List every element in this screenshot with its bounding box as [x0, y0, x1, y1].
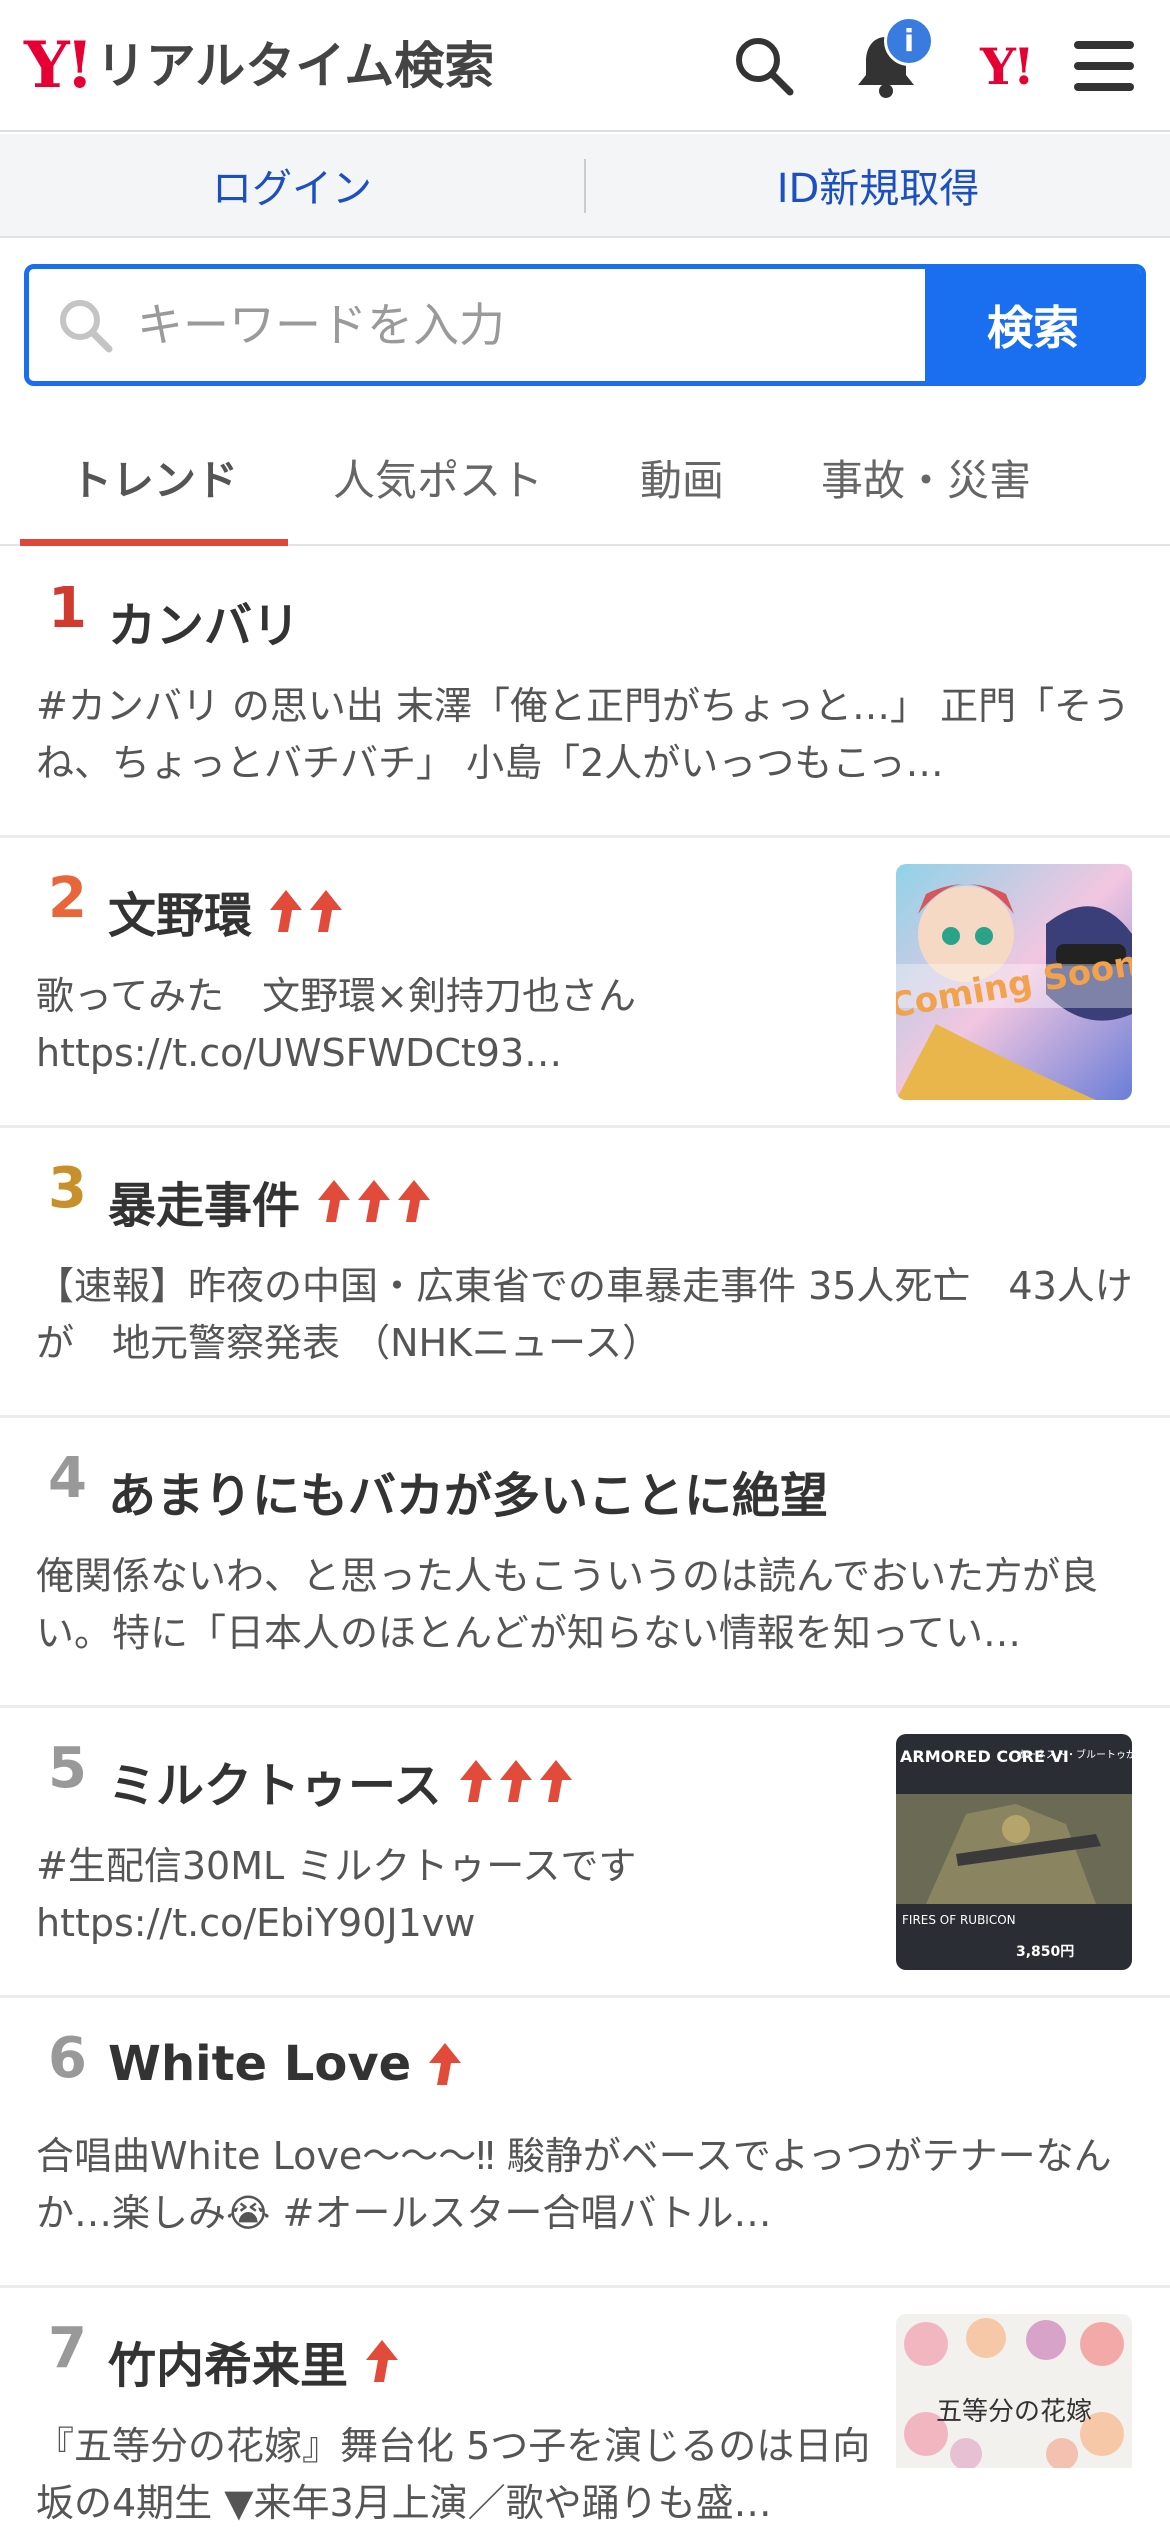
trend-thumbnail[interactable]: ARMORED CORE VI オーネスト・ブルートゥが贈る ミルクトゥース “…	[896, 1734, 1132, 1970]
trend-title-text: ミルクトゥース	[108, 1758, 442, 1814]
yahoo-mini-logo: Y!	[980, 36, 1035, 96]
trend-title: ミルクトゥース	[108, 1746, 576, 1816]
trend-up-arrow-icon	[499, 1760, 532, 1802]
yahoo-top-link[interactable]: Y!	[966, 26, 1046, 106]
trend-up-arrow-icon	[398, 1180, 431, 1222]
trend-title: 竹内希来里	[108, 2326, 402, 2396]
trend-title-text: White Love	[108, 2036, 412, 2092]
account-bar: ログイン ID新規取得	[0, 134, 1170, 238]
trend-item[interactable]: 5 ミルクトゥース #生配信30ML ミルクトゥースです https://t.c…	[0, 1708, 1170, 1998]
trend-item[interactable]: 4 あまりにもバカが多いことに絶望 俺関係ないわ、と思った人もこういうのは読んで…	[0, 1418, 1170, 1708]
trend-up-arrow-icon	[318, 1180, 351, 1222]
signup-link[interactable]: ID新規取得	[586, 134, 1170, 236]
search-icon[interactable]	[724, 26, 804, 106]
notification-bell-icon[interactable]: i	[846, 16, 934, 106]
login-link[interactable]: ログイン	[0, 134, 584, 236]
trend-up-arrows	[266, 888, 346, 934]
trend-thumbnail[interactable]: 五等分の花嫁	[896, 2314, 1132, 2468]
search-button[interactable]: 検索	[925, 269, 1141, 381]
trend-up-arrow-icon	[459, 1760, 492, 1802]
trend-title-text: あまりにもバカが多いことに絶望	[108, 1468, 829, 1524]
trend-up-arrow-icon	[358, 1180, 391, 1222]
thumbnail-price: 3,850円	[1016, 1944, 1074, 1960]
trend-rank: 6	[48, 2026, 87, 2091]
search-input[interactable]	[137, 298, 897, 352]
trend-title: 暴走事件	[108, 1166, 434, 1236]
trend-title-text: 暴走事件	[108, 1178, 301, 1234]
trend-snippet: 【速報】昨夜の中国・広東省での車暴走事件 35人死亡 43人けが 地元警察発表 …	[36, 1264, 1133, 1365]
trend-title: White Love	[108, 2036, 465, 2092]
trend-up-arrow-icon	[310, 890, 343, 932]
trend-rank: 7	[48, 2316, 87, 2381]
notification-badge: i	[884, 16, 934, 66]
thumbnail-title: 五等分の花嫁	[936, 2397, 1092, 2427]
app-header: Y! リアルタイム検索 i Y!	[0, 0, 1170, 132]
trend-up-arrows	[456, 1758, 576, 1804]
logo-text: リアルタイム検索	[95, 37, 495, 95]
trend-title-text: カンバリ	[108, 598, 301, 654]
trend-title: カンバリ	[108, 586, 300, 656]
trend-snippet: 俺関係ないわ、と思った人もこういうのは読んでおいた方が良い。特に「日本人のほとん…	[36, 1554, 1099, 1655]
trend-snippet: 合唱曲White Love〜〜〜‼︎ 駿静がベースでよっつがテナーなんか…楽しみ…	[36, 2134, 1112, 2235]
category-tabs: トレンド 人気ポスト 動画 事故・災害	[0, 410, 1170, 546]
trend-item[interactable]: 1 カンバリ #カンバリ の思い出 末澤「俺と正門がちょっと…」 正門「そうね、…	[0, 548, 1170, 838]
trend-up-arrow-icon	[429, 2043, 462, 2085]
tab-videos[interactable]: 動画	[588, 410, 776, 544]
search-box: 検索	[24, 264, 1146, 386]
trend-item[interactable]: 2 文野環 歌ってみた 文野環×剣持刀也さん https://t.co/UWSF…	[0, 838, 1170, 1128]
trend-title-text: 文野環	[108, 888, 253, 944]
trend-thumbnail[interactable]: Coming Soon	[896, 864, 1132, 1100]
trend-up-arrows	[362, 2338, 402, 2384]
trend-snippet: 『五等分の花嫁』舞台化 5つ子を演じるのは日向坂の4期生 ▼来年3月上演／歌や踊…	[36, 2424, 871, 2525]
search-field[interactable]	[29, 269, 925, 381]
search-icon	[60, 300, 113, 353]
trend-rank: 2	[48, 866, 87, 931]
trend-rank: 4	[48, 1446, 87, 1511]
trend-snippet: #生配信30ML ミルクトゥースです https://t.co/EbiY90J1…	[36, 1844, 637, 1945]
trend-up-arrow-icon	[539, 1760, 572, 1802]
trend-title-text: 竹内希来里	[108, 2338, 349, 2394]
trend-title: あまりにもバカが多いことに絶望	[108, 1456, 828, 1526]
trend-up-arrow-icon	[366, 2340, 399, 2382]
trend-title: 文野環	[108, 876, 346, 946]
trend-rank: 5	[48, 1736, 87, 1801]
trend-up-arrows	[314, 1178, 434, 1224]
tab-popular-posts[interactable]: 人気ポスト	[288, 410, 588, 544]
trend-snippet: 歌ってみた 文野環×剣持刀也さん https://t.co/UWSFWDCt93…	[36, 974, 636, 1075]
trend-item[interactable]: 7 竹内希来里 『五等分の花嫁』舞台化 5つ子を演じるのは日向坂の4期生 ▼来年…	[0, 2288, 1170, 2525]
trend-snippet: #カンバリ の思い出 末澤「俺と正門がちょっと…」 正門「そうね、ちょっとバチバ…	[36, 684, 1131, 785]
tab-accidents-disasters[interactable]: 事故・災害	[776, 410, 1076, 544]
thumbnail-subtitle: FIRES OF RUBICON	[902, 1913, 1016, 1927]
hamburger-menu-icon[interactable]	[1064, 26, 1144, 106]
trend-rank: 3	[48, 1156, 87, 1221]
yahoo-logo-mark: Y!	[24, 28, 94, 103]
thumbnail-promo: オーネスト・ブルートゥが贈る ミルクトゥース “お待ちしています	[1016, 1748, 1132, 1761]
trend-up-arrow-icon	[270, 890, 303, 932]
trend-rank: 1	[48, 576, 87, 641]
trend-list: 1 カンバリ #カンバリ の思い出 末澤「俺と正門がちょっと…」 正門「そうね、…	[0, 548, 1170, 2525]
trend-item[interactable]: 6 White Love 合唱曲White Love〜〜〜‼︎ 駿静がベースでよ…	[0, 1998, 1170, 2288]
trend-item[interactable]: 3 暴走事件 【速報】昨夜の中国・広東省での車暴走事件 35人死亡 43人けが …	[0, 1128, 1170, 1418]
trend-up-arrows	[425, 2041, 465, 2087]
yahoo-realtime-logo[interactable]: Y! リアルタイム検索	[24, 30, 494, 102]
tab-trend[interactable]: トレンド	[20, 410, 288, 546]
